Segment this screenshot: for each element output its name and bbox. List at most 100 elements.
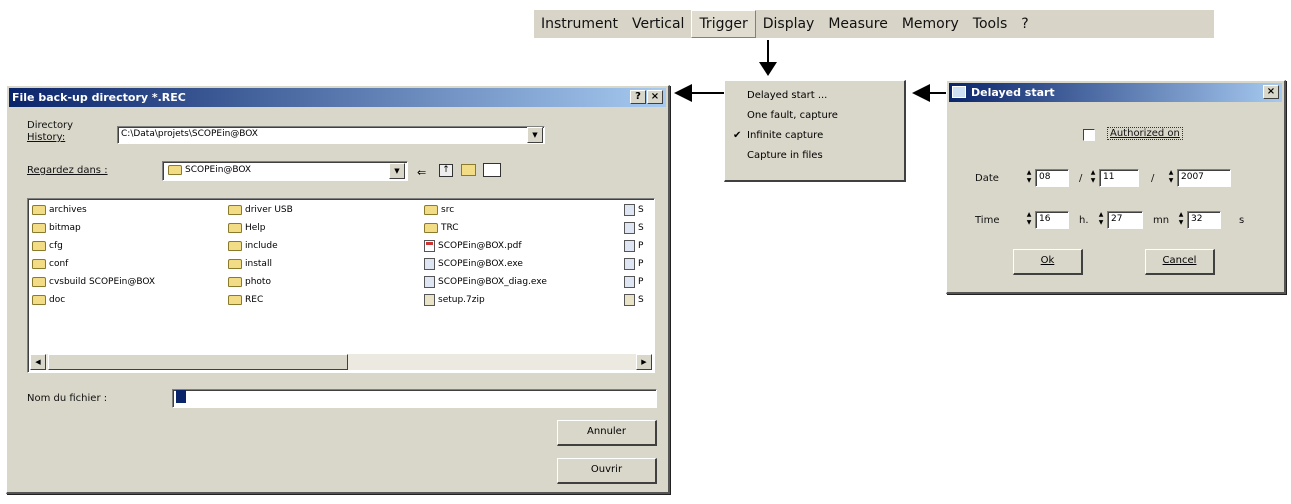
minutes-unit: mn xyxy=(1153,215,1170,226)
pdf-file-icon xyxy=(424,239,435,252)
list-item[interactable]: TRC xyxy=(424,221,459,235)
history-label-1: Directory xyxy=(27,120,74,131)
list-item[interactable]: install xyxy=(228,257,272,271)
filename-input[interactable] xyxy=(172,389,657,408)
menu-item-delayed-start[interactable]: Delayed start ... xyxy=(725,87,904,105)
lookin-dropdown-button[interactable]: ▼ xyxy=(389,163,405,179)
horizontal-scrollbar[interactable]: ◀ ▶ xyxy=(30,354,652,370)
folder-icon xyxy=(32,240,46,251)
folder-icon xyxy=(32,222,46,233)
list-item[interactable]: SCOPEin@BOX_diag.exe xyxy=(424,275,547,289)
lookin-combobox[interactable]: SCOPEin@BOX xyxy=(162,161,408,181)
arrow-left-head-2 xyxy=(912,84,930,102)
list-item[interactable]: include xyxy=(228,239,278,253)
menu-item-infinite-capture[interactable]: ✔ Infinite capture xyxy=(725,127,904,145)
hours-input[interactable]: 16 xyxy=(1035,211,1069,229)
folder-icon xyxy=(32,204,46,215)
date-separator: / xyxy=(1151,173,1155,184)
list-item[interactable]: S xyxy=(624,221,644,235)
day-spin-buttons[interactable]: ▲ ▼ xyxy=(1025,169,1033,185)
hours-spin-buttons[interactable]: ▲ ▼ xyxy=(1025,211,1033,227)
scroll-right-button[interactable]: ▶ xyxy=(636,354,652,370)
file-dialog-titlebar: File back-up directory *.REC xyxy=(9,88,666,107)
year-input[interactable]: 2007 xyxy=(1177,169,1231,187)
zip-file-icon xyxy=(424,293,435,306)
cancel-button[interactable]: Annuler xyxy=(557,420,657,446)
arrow-down-head xyxy=(759,62,777,76)
file-list[interactable]: archives bitmap cfg conf cvsbuild SCOPEi… xyxy=(27,198,655,373)
folder-icon xyxy=(168,164,182,175)
list-item[interactable]: cvsbuild SCOPEin@BOX xyxy=(32,275,155,289)
close-button[interactable]: × xyxy=(647,90,663,104)
authorized-checkbox[interactable] xyxy=(1083,129,1095,141)
help-button[interactable]: ? xyxy=(630,90,646,104)
new-folder-icon[interactable] xyxy=(461,164,476,176)
folder-icon xyxy=(228,222,242,233)
up-folder-icon[interactable]: ↑ xyxy=(439,164,453,177)
list-item[interactable]: Help xyxy=(228,221,266,235)
folder-icon xyxy=(228,204,242,215)
menu-tools[interactable]: Tools xyxy=(966,10,1015,38)
minutes-spin-buttons[interactable]: ▲ ▼ xyxy=(1097,211,1105,227)
file-dialog-title: File back-up directory *.REC xyxy=(12,91,186,104)
exe-file-icon xyxy=(624,221,635,234)
list-item[interactable]: src xyxy=(424,203,454,217)
menu-item-capture-in-files[interactable]: Capture in files xyxy=(725,147,904,165)
menu-trigger[interactable]: Trigger xyxy=(691,10,756,38)
menu-vertical[interactable]: Vertical xyxy=(625,10,691,38)
close-button[interactable]: × xyxy=(1263,85,1279,99)
folder-icon xyxy=(228,240,242,251)
month-input[interactable]: 11 xyxy=(1099,169,1139,187)
menu-help[interactable]: ? xyxy=(1014,10,1035,38)
ok-button[interactable]: Ok xyxy=(1013,249,1083,275)
list-item[interactable]: cfg xyxy=(32,239,63,253)
menu-item-one-fault-capture[interactable]: One fault, capture xyxy=(725,107,904,125)
list-item[interactable]: archives xyxy=(32,203,87,217)
folder-icon xyxy=(32,276,46,287)
menu-bar: Instrument Vertical Trigger Display Meas… xyxy=(534,10,1214,38)
authorized-label[interactable]: Authorized on xyxy=(1107,127,1183,140)
list-item[interactable]: doc xyxy=(32,293,65,307)
exe-file-icon xyxy=(424,275,435,288)
day-input[interactable]: 08 xyxy=(1035,169,1069,187)
list-item[interactable]: REC xyxy=(228,293,263,307)
scroll-left-button[interactable]: ◀ xyxy=(30,354,46,370)
list-item[interactable]: conf xyxy=(32,257,68,271)
list-item[interactable]: P xyxy=(624,275,643,289)
cancel-button[interactable]: Cancel xyxy=(1145,249,1215,275)
seconds-unit: s xyxy=(1239,215,1245,226)
history-value: C:\Data\projets\SCOPEin@BOX xyxy=(121,129,258,139)
text-cursor-block xyxy=(176,390,186,403)
menu-display[interactable]: Display xyxy=(756,10,822,38)
menu-instrument[interactable]: Instrument xyxy=(534,10,625,38)
folder-icon xyxy=(424,204,438,215)
year-spin-buttons[interactable]: ▲ ▼ xyxy=(1167,169,1175,185)
menu-measure[interactable]: Measure xyxy=(821,10,895,38)
lookin-value: SCOPEin@BOX xyxy=(185,165,252,175)
seconds-input[interactable]: 32 xyxy=(1187,211,1221,229)
file-backup-dialog: File back-up directory *.REC ? × Directo… xyxy=(6,85,670,494)
exe-file-icon xyxy=(624,257,635,270)
list-item[interactable]: bitmap xyxy=(32,221,81,235)
list-item[interactable]: SCOPEin@BOX.pdf xyxy=(424,239,522,253)
scroll-thumb[interactable] xyxy=(48,354,348,370)
back-icon[interactable]: ⇐ xyxy=(417,166,426,179)
list-item[interactable]: P xyxy=(624,239,643,253)
menu-memory[interactable]: Memory xyxy=(895,10,966,38)
list-item[interactable]: setup.7zip xyxy=(424,293,485,307)
list-item[interactable]: S xyxy=(624,203,644,217)
history-dropdown-button[interactable]: ▼ xyxy=(527,127,543,143)
history-combobox[interactable]: C:\Data\projets\SCOPEin@BOX xyxy=(117,126,545,144)
month-spin-buttons[interactable]: ▲ ▼ xyxy=(1089,169,1097,185)
open-button[interactable]: Ouvrir xyxy=(557,458,657,484)
list-item[interactable]: P xyxy=(624,257,643,271)
list-item[interactable]: S xyxy=(624,293,644,307)
list-item[interactable]: photo xyxy=(228,275,271,289)
list-item[interactable]: SCOPEin@BOX.exe xyxy=(424,257,523,271)
minutes-input[interactable]: 27 xyxy=(1107,211,1143,229)
zip-file-icon xyxy=(624,293,635,306)
folder-icon xyxy=(32,258,46,269)
seconds-spin-buttons[interactable]: ▲ ▼ xyxy=(1177,211,1185,227)
list-item[interactable]: driver USB xyxy=(228,203,293,217)
view-menu-icon[interactable] xyxy=(483,163,501,177)
